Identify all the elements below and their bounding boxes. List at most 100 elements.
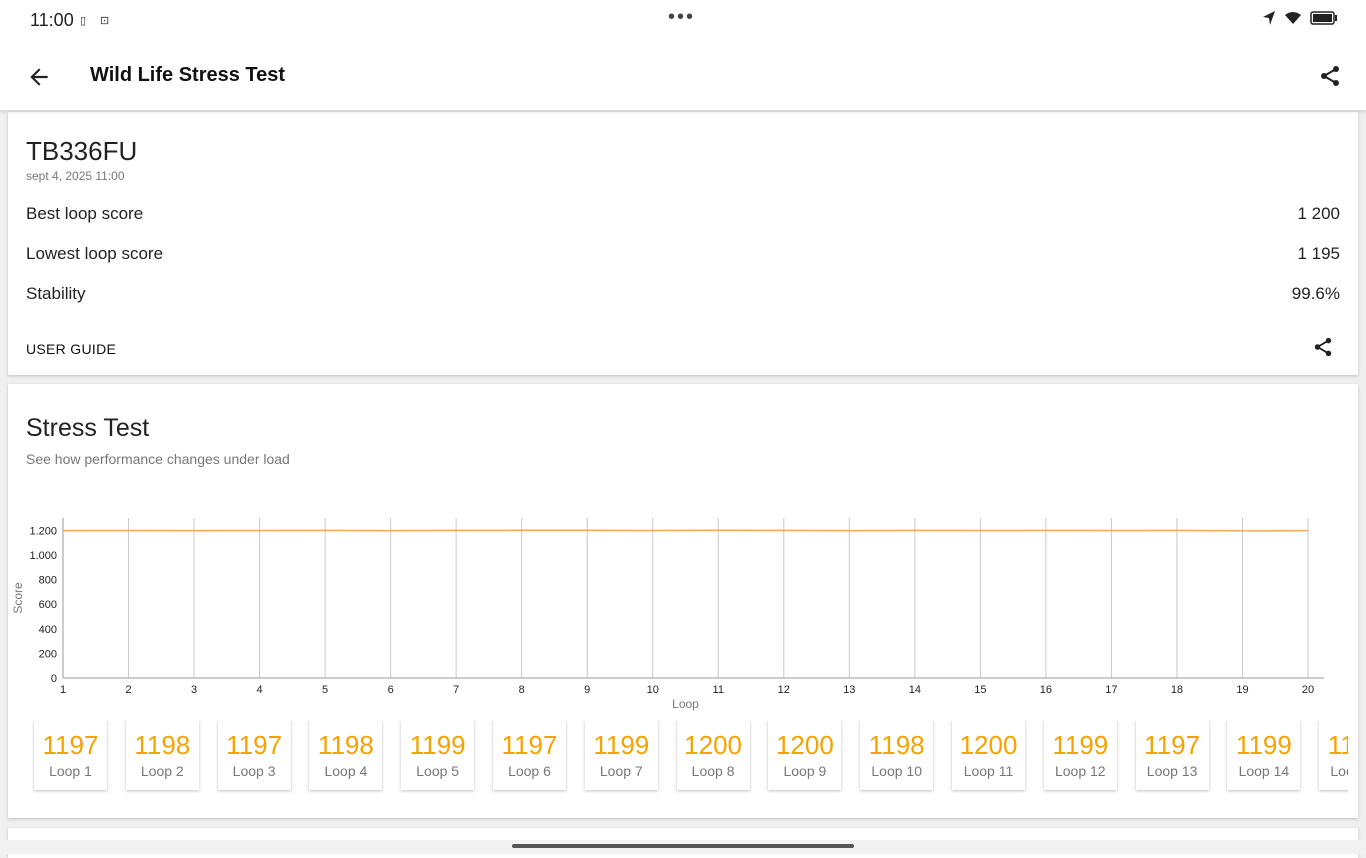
stability-row: Stability 99.6% <box>26 284 1340 304</box>
stress-test-chart: 02004006008001.0001.2001 2 3 4 5 6 7 8 9 10 11 12 13… <box>11 518 1324 711</box>
lowest-loop-label: Lowest loop score <box>26 244 164 263</box>
loop-label: Loop 11 <box>963 763 1014 779</box>
cast-icon: ⊡ <box>100 15 110 27</box>
status-time: 11:00 <box>30 10 74 30</box>
loop-label: Loop 14 <box>1238 763 1290 779</box>
best-loop-row: Best loop score 1 200 <box>26 204 1340 224</box>
y-tick-label: 1.000 <box>29 550 57 562</box>
loop-score-item[interactable]: 1198 Loop 10 <box>860 720 934 790</box>
sim-icon: ▯ <box>80 15 87 27</box>
loop-score-item[interactable]: 1197 Loop 1 <box>34 720 107 790</box>
loop-score-value: 1198 <box>1327 730 1348 760</box>
loop-label: Loop 8 <box>691 763 735 779</box>
stability-label: Stability <box>26 284 86 303</box>
loop-score-item[interactable]: 1198 Loop 15 <box>1319 720 1348 790</box>
x-tick-label: 6 <box>388 684 394 696</box>
page-title: Wild Life Stress Test <box>90 64 286 86</box>
loop-score-item[interactable]: 1199 Loop 12 <box>1043 720 1117 790</box>
loop-scores-list[interactable]: 1197 Loop 1 1198 Loop 2 1197 Loop 3 1198 Loop 4… <box>26 720 1348 798</box>
loop-label: Loop 1 <box>49 763 92 779</box>
loop-score-item[interactable]: 1198 Loop 2 <box>125 720 199 790</box>
loop-label: Loop 7 <box>599 763 643 779</box>
x-tick-label: 12 <box>778 684 790 696</box>
x-tick-label: 4 <box>257 684 263 696</box>
stability-value: 99.6% <box>1291 284 1340 303</box>
loop-label: Loop 12 <box>1054 763 1106 779</box>
arrow-back-icon[interactable] <box>26 64 52 90</box>
x-tick-label: 9 <box>584 684 590 696</box>
y-tick-label: 800 <box>39 575 57 587</box>
loop-label: Loop 5 <box>416 763 460 779</box>
loop-score-value: 1200 <box>775 730 834 760</box>
loop-score-value: 1198 <box>134 730 191 760</box>
loop-label: Loop 2 <box>140 763 184 779</box>
loop-score-item[interactable]: 1199 Loop 14 <box>1227 720 1301 790</box>
stress-test-card: Stress Test See how performance changes … <box>8 384 1358 818</box>
share-icon[interactable] <box>1318 64 1342 88</box>
y-tick-label: 0 <box>51 673 57 685</box>
lowest-loop-value: 1 195 <box>1297 244 1340 263</box>
y-tick-label: 200 <box>39 648 57 660</box>
x-tick-label: 8 <box>519 684 525 696</box>
navigation-bar <box>0 840 1366 854</box>
loop-label: Loop 15 <box>1330 763 1348 779</box>
loop-score-item[interactable]: 1197 Loop 13 <box>1135 720 1209 790</box>
device-name: TB336FU <box>26 136 138 166</box>
loop-label: Loop 13 <box>1146 763 1198 779</box>
x-tick-label: 7 <box>453 684 459 696</box>
x-tick-label: 16 <box>1040 684 1052 696</box>
loop-score-value: 1197 <box>226 730 283 760</box>
x-tick-label: 11 <box>713 684 724 696</box>
x-tick-label: 1 <box>60 684 66 696</box>
app-bar: Wild Life Stress Test <box>0 44 1366 110</box>
x-tick-label: 19 <box>1236 684 1248 696</box>
loop-score-item[interactable]: 1199 Loop 5 <box>401 720 475 790</box>
stress-test-title: Stress Test <box>26 414 150 442</box>
x-tick-label: 17 <box>1105 684 1117 696</box>
test-date: sept 4, 2025 11:00 <box>26 169 125 183</box>
loop-score-value: 1197 <box>42 730 99 760</box>
loop-label: Loop 6 <box>508 763 551 779</box>
share-icon[interactable] <box>1312 336 1334 358</box>
loop-score-item[interactable]: 1197 Loop 6 <box>493 720 566 790</box>
loop-score-value: 1199 <box>409 730 466 760</box>
loop-score-item[interactable]: 1197 Loop 3 <box>217 720 291 790</box>
location-icon <box>1263 11 1275 25</box>
loop-score-value: 1199 <box>1052 730 1109 760</box>
loop-score-item[interactable]: 1200 Loop 11 <box>952 720 1025 790</box>
loop-score-value: 1199 <box>1235 730 1292 760</box>
loop-score-value: 1197 <box>1144 730 1201 760</box>
loop-score-value: 1200 <box>959 730 1018 760</box>
loop-score-value: 1198 <box>868 730 925 760</box>
loop-label: Loop 9 <box>783 763 827 779</box>
loop-label: Loop 3 <box>232 763 276 779</box>
x-tick-label: 15 <box>974 684 986 696</box>
y-tick-label: 1.200 <box>29 525 57 537</box>
summary-card: TB336FU sept 4, 2025 11:00 Best loop sco… <box>8 112 1358 375</box>
lowest-loop-row: Lowest loop score 1 195 <box>26 244 1340 264</box>
x-tick-label: 14 <box>909 684 921 696</box>
x-tick-label: 20 <box>1302 684 1314 696</box>
x-axis-label: Loop <box>672 697 699 711</box>
score-line <box>62 529 1309 532</box>
loop-score-item[interactable]: 1200 Loop 8 <box>676 720 750 790</box>
battery-icon <box>1310 11 1337 25</box>
loop-score-value: 1199 <box>593 730 650 760</box>
user-guide-button[interactable]: USER GUIDE <box>26 341 116 357</box>
wifi-icon <box>1285 12 1301 24</box>
loop-score-item[interactable]: 1199 Loop 7 <box>584 720 658 790</box>
more-dots-icon[interactable]: ••• <box>668 6 695 29</box>
x-tick-label: 18 <box>1171 684 1183 696</box>
home-handle[interactable] <box>512 844 854 848</box>
loop-score-item[interactable]: 1198 Loop 4 <box>309 720 383 790</box>
best-loop-value: 1 200 <box>1297 204 1340 223</box>
stress-test-subtitle: See how performance changes under load <box>26 451 290 467</box>
y-axis-label: Score <box>11 582 25 614</box>
x-tick-label: 10 <box>647 684 659 696</box>
loop-score-item[interactable]: 1200 Loop 9 <box>768 720 842 790</box>
x-tick-label: 2 <box>125 684 131 696</box>
best-loop-label: Best loop score <box>26 204 144 223</box>
y-tick-label: 400 <box>39 624 57 636</box>
loop-label: Loop 10 <box>871 763 922 779</box>
loop-score-value: 1197 <box>501 730 558 760</box>
